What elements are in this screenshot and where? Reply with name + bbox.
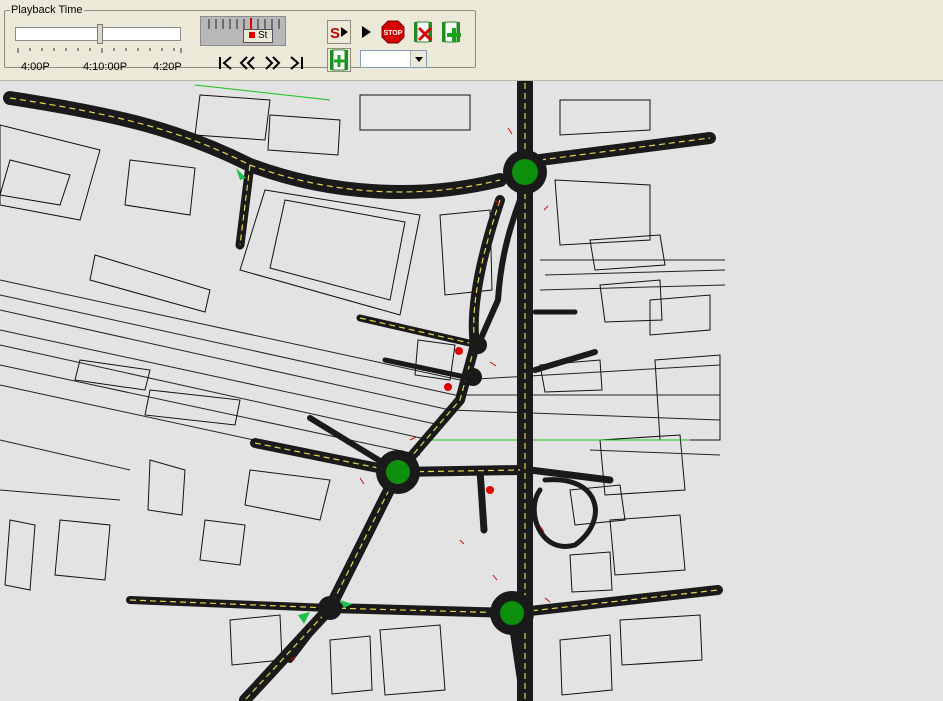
- network-map-canvas[interactable]: [0, 81, 943, 701]
- stop-icon: STOP: [381, 20, 405, 44]
- skip-last-icon: [290, 56, 303, 70]
- svg-text:S: S: [330, 25, 340, 41]
- remove-snapshot-button[interactable]: [411, 20, 435, 44]
- time-label-end: 4:20P: [153, 61, 182, 73]
- network-map[interactable]: [0, 81, 943, 701]
- time-label-mid: 4:10:00P: [83, 61, 128, 73]
- add-snapshot-button[interactable]: [439, 20, 463, 44]
- rewind-button[interactable]: [236, 51, 260, 75]
- stop-icon-text: STOP: [384, 30, 403, 37]
- skip-first-button[interactable]: [214, 51, 238, 75]
- roundabout-south[interactable]: [500, 601, 524, 625]
- rewind-icon: [239, 56, 255, 70]
- step-forward-button[interactable]: S: [327, 20, 351, 44]
- film-remove-icon: [414, 21, 433, 43]
- skip-last-button[interactable]: [284, 51, 308, 75]
- stop-button[interactable]: STOP: [381, 20, 405, 44]
- film-add-icon: [442, 21, 461, 43]
- playback-slider-thumb[interactable]: [97, 24, 103, 44]
- fast-forward-button[interactable]: [260, 51, 284, 75]
- play-button[interactable]: [354, 20, 378, 44]
- playback-time-legend: Playback Time: [11, 4, 83, 16]
- speed-dial[interactable]: St: [200, 16, 286, 46]
- time-label-start: 4:00P: [21, 61, 50, 73]
- snapshot-grid-button[interactable]: [327, 48, 351, 72]
- record-dot-icon: [249, 32, 255, 39]
- skip-first-icon: [219, 56, 232, 70]
- chevron-down-icon[interactable]: [410, 51, 426, 67]
- speed-label: St: [258, 30, 268, 41]
- step-forward-icon: S: [330, 25, 348, 41]
- snapshot-select[interactable]: [360, 50, 427, 68]
- fast-forward-icon: [265, 56, 281, 70]
- road-network: [3, 81, 723, 701]
- play-icon: [362, 26, 371, 38]
- playback-toolbar: Playback Time 4:00P 4:10:00P 4:20P St S …: [0, 0, 943, 81]
- slider-ticks: [17, 48, 182, 53]
- roundabout-center[interactable]: [386, 460, 410, 484]
- film-grid-icon: [330, 49, 348, 71]
- speed-step-button[interactable]: St: [243, 29, 273, 43]
- roundabout-north[interactable]: [512, 159, 538, 185]
